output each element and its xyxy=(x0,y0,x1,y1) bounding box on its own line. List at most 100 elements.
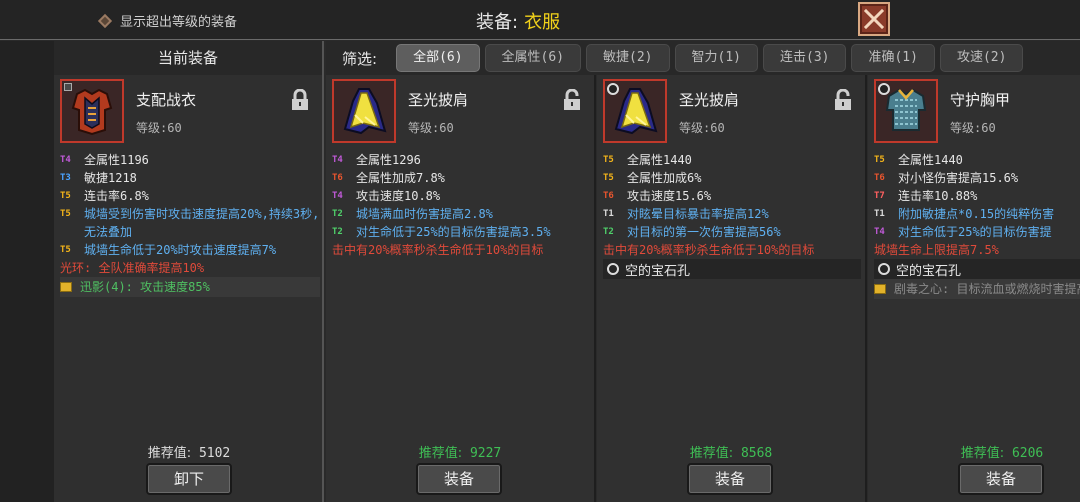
filter-label: 筛选: xyxy=(342,49,378,68)
recommend-score-label: 推荐值: xyxy=(960,446,1005,461)
close-icon xyxy=(863,8,885,30)
stat-text: 对目标的第一次伤害提高56% xyxy=(627,225,781,239)
stat-row: T4 全属性1196 xyxy=(60,151,320,169)
recommend-score-value: 8568 xyxy=(740,446,773,461)
stat-tier: T5 xyxy=(603,173,614,183)
title-category: 衣服 xyxy=(524,12,561,33)
filter-chip-attack-speed[interactable]: 攻速(2) xyxy=(939,44,1024,72)
filter-chip-combo[interactable]: 连击(3) xyxy=(763,44,847,72)
socket-label: 空的宝石孔 xyxy=(625,263,691,279)
recommend-score: 推荐值: 5102 xyxy=(54,442,324,461)
stat-tier: T2 xyxy=(332,209,343,219)
stat-tier: T4 xyxy=(332,191,343,201)
stat-tier: T2 xyxy=(332,227,343,237)
stat-row: T5 城墙受到伤害时攻击速度提高20%,持续3秒,无法叠加 xyxy=(60,205,320,241)
stat-text: 敏捷1218 xyxy=(84,171,137,185)
item-level: 等级:60 xyxy=(679,121,725,135)
recommend-score-label: 推荐值: xyxy=(418,446,463,461)
filter-chip-agility[interactable]: 敏捷(2) xyxy=(586,44,670,72)
aura-row: 光环: 全队准确率提高10% xyxy=(60,259,320,277)
stat-row: T2 城墙满血时伤害提高2.8% xyxy=(332,205,590,223)
special-text: 城墙生命上限提高7.5% xyxy=(874,243,999,257)
stat-tier: T6 xyxy=(603,191,614,201)
stat-text: 全属性1196 xyxy=(84,153,149,167)
socket-circle-icon xyxy=(607,263,619,275)
empty-gem-socket[interactable]: 空的宝石孔 xyxy=(874,259,1080,279)
current-equipment-panel: 当前装备 支配战衣 等级:60 T4 全属性1196 T3 敏捷1218 T5 连击率6.… xyxy=(54,41,324,502)
set-bonus-text: 剧毒之心: 目标流血或燃烧时害提高40% xyxy=(894,282,1080,296)
recommend-score-value: 6206 xyxy=(1011,446,1044,461)
item-tag-icon xyxy=(64,83,72,91)
special-row: 城墙生命上限提高7.5% xyxy=(874,241,1080,259)
lock-closed-icon[interactable] xyxy=(290,89,310,111)
show-over-level-toggle[interactable]: 显示超出等级的装备 xyxy=(97,11,237,30)
equip-button[interactable]: 装备 xyxy=(416,463,502,495)
stat-row: T6 攻击速度15.6% xyxy=(603,187,861,205)
stat-row: T7 连击率10.88% xyxy=(874,187,1080,205)
stat-text: 对生命低于25%的目标伤害提高3.5% xyxy=(356,225,551,239)
stat-text: 城墙满血时伤害提高2.8% xyxy=(356,207,493,221)
item-icon-armor[interactable] xyxy=(60,79,124,143)
stat-row: T1 附加敏捷点*0.15的纯粹伤害 xyxy=(874,205,1080,223)
lock-open-icon[interactable] xyxy=(833,89,853,111)
empty-gem-socket[interactable]: 空的宝石孔 xyxy=(603,259,861,279)
stat-tier: T5 xyxy=(60,191,71,201)
candidate-card-3: 守护胸甲 等级:60 T5 全属性1440 T6 对小怪伤害提高15.6% T7 连击率1… xyxy=(868,75,1080,502)
stat-text: 攻击速度10.8% xyxy=(356,189,441,203)
filter-chip-all[interactable]: 全部(6) xyxy=(396,44,480,72)
stat-text: 对生命低于25%的目标伤害提 xyxy=(898,225,1052,239)
stat-row: T1 对眩晕目标暴击率提高12% xyxy=(603,205,861,223)
stat-tier: T6 xyxy=(874,173,885,183)
stat-text: 城墙生命低于20%时攻击速度提高7% xyxy=(84,243,277,257)
recommend-score-value: 5102 xyxy=(198,446,231,461)
unequip-button[interactable]: 卸下 xyxy=(146,463,232,495)
title-prefix: 装备: xyxy=(476,12,519,33)
item-stats: T4 全属性1196 T3 敏捷1218 T5 连击率6.8% T5 城墙受到伤害时攻击速度提… xyxy=(60,151,320,297)
item-stats: T5 全属性1440 T5 全属性加成6% T6 攻击速度15.6% T1 对眩晕目标暴击率提… xyxy=(603,151,861,279)
stat-row: T2 对目标的第一次伤害提高56% xyxy=(603,223,861,241)
stat-text: 连击率6.8% xyxy=(84,189,149,203)
stat-tier: T6 xyxy=(332,173,343,183)
recommend-score-value: 9227 xyxy=(469,446,502,461)
lock-open-icon[interactable] xyxy=(562,89,582,111)
filter-chip-accuracy[interactable]: 准确(1) xyxy=(851,44,935,72)
stat-tier: T7 xyxy=(874,191,885,201)
stat-text: 全属性1440 xyxy=(898,153,963,167)
equip-button[interactable]: 装备 xyxy=(687,463,773,495)
stat-text: 对小怪伤害提高15.6% xyxy=(898,171,1019,185)
stat-tier: T4 xyxy=(60,155,71,165)
item-name: 支配战衣 xyxy=(136,91,197,109)
close-button[interactable] xyxy=(858,2,890,36)
filter-chip-intelligence[interactable]: 智力(1) xyxy=(674,44,758,72)
checkbox-diamond-icon[interactable] xyxy=(97,13,113,28)
equip-button[interactable]: 装备 xyxy=(958,463,1044,495)
item-icon-cape[interactable] xyxy=(332,79,396,143)
socket-ring-icon xyxy=(607,83,619,95)
stat-tier: T5 xyxy=(60,209,71,219)
filter-chip-all-attributes[interactable]: 全属性(6) xyxy=(484,44,582,72)
stat-text: 全属性加成6% xyxy=(627,171,702,185)
item-icon-cape[interactable] xyxy=(603,79,667,143)
item-level: 等级:60 xyxy=(408,121,454,135)
stat-row: T6 全属性加成7.8% xyxy=(332,169,590,187)
stat-text: 连击率10.88% xyxy=(898,189,978,203)
stat-tier: T4 xyxy=(332,155,343,165)
special-text: 击中有20%概率秒杀生命低于10%的目标 xyxy=(603,243,815,257)
stat-tier: T5 xyxy=(874,155,885,165)
recommend-score: 推荐值: 6206 xyxy=(868,442,1080,461)
set-bonus-row: 迅影(4): 攻击速度85% xyxy=(60,277,320,297)
special-text: 击中有20%概率秒杀生命低于10%的目标 xyxy=(332,243,544,257)
recommend-score-label: 推荐值: xyxy=(147,446,192,461)
stat-row: T4 攻击速度10.8% xyxy=(332,187,590,205)
stat-text: 全属性加成7.8% xyxy=(356,171,445,185)
special-row: 击中有20%概率秒杀生命低于10%的目标 xyxy=(603,241,861,259)
item-stats: T5 全属性1440 T6 对小怪伤害提高15.6% T7 连击率10.88% T1 附加敏捷… xyxy=(874,151,1080,299)
chainmail-chest-icon xyxy=(885,88,927,131)
set-book-icon xyxy=(874,284,886,294)
set-bonus-text: 迅影(4): 攻击速度85% xyxy=(80,280,210,294)
filter-bar: 筛选: 全部(6) 全属性(6) 敏捷(2) 智力(1) 连击(3) 准确(1)… xyxy=(326,41,1080,75)
golden-cape-icon xyxy=(343,88,387,135)
item-icon-chest[interactable] xyxy=(874,79,938,143)
stat-tier: T3 xyxy=(60,173,71,183)
item-level: 等级:60 xyxy=(950,121,996,135)
